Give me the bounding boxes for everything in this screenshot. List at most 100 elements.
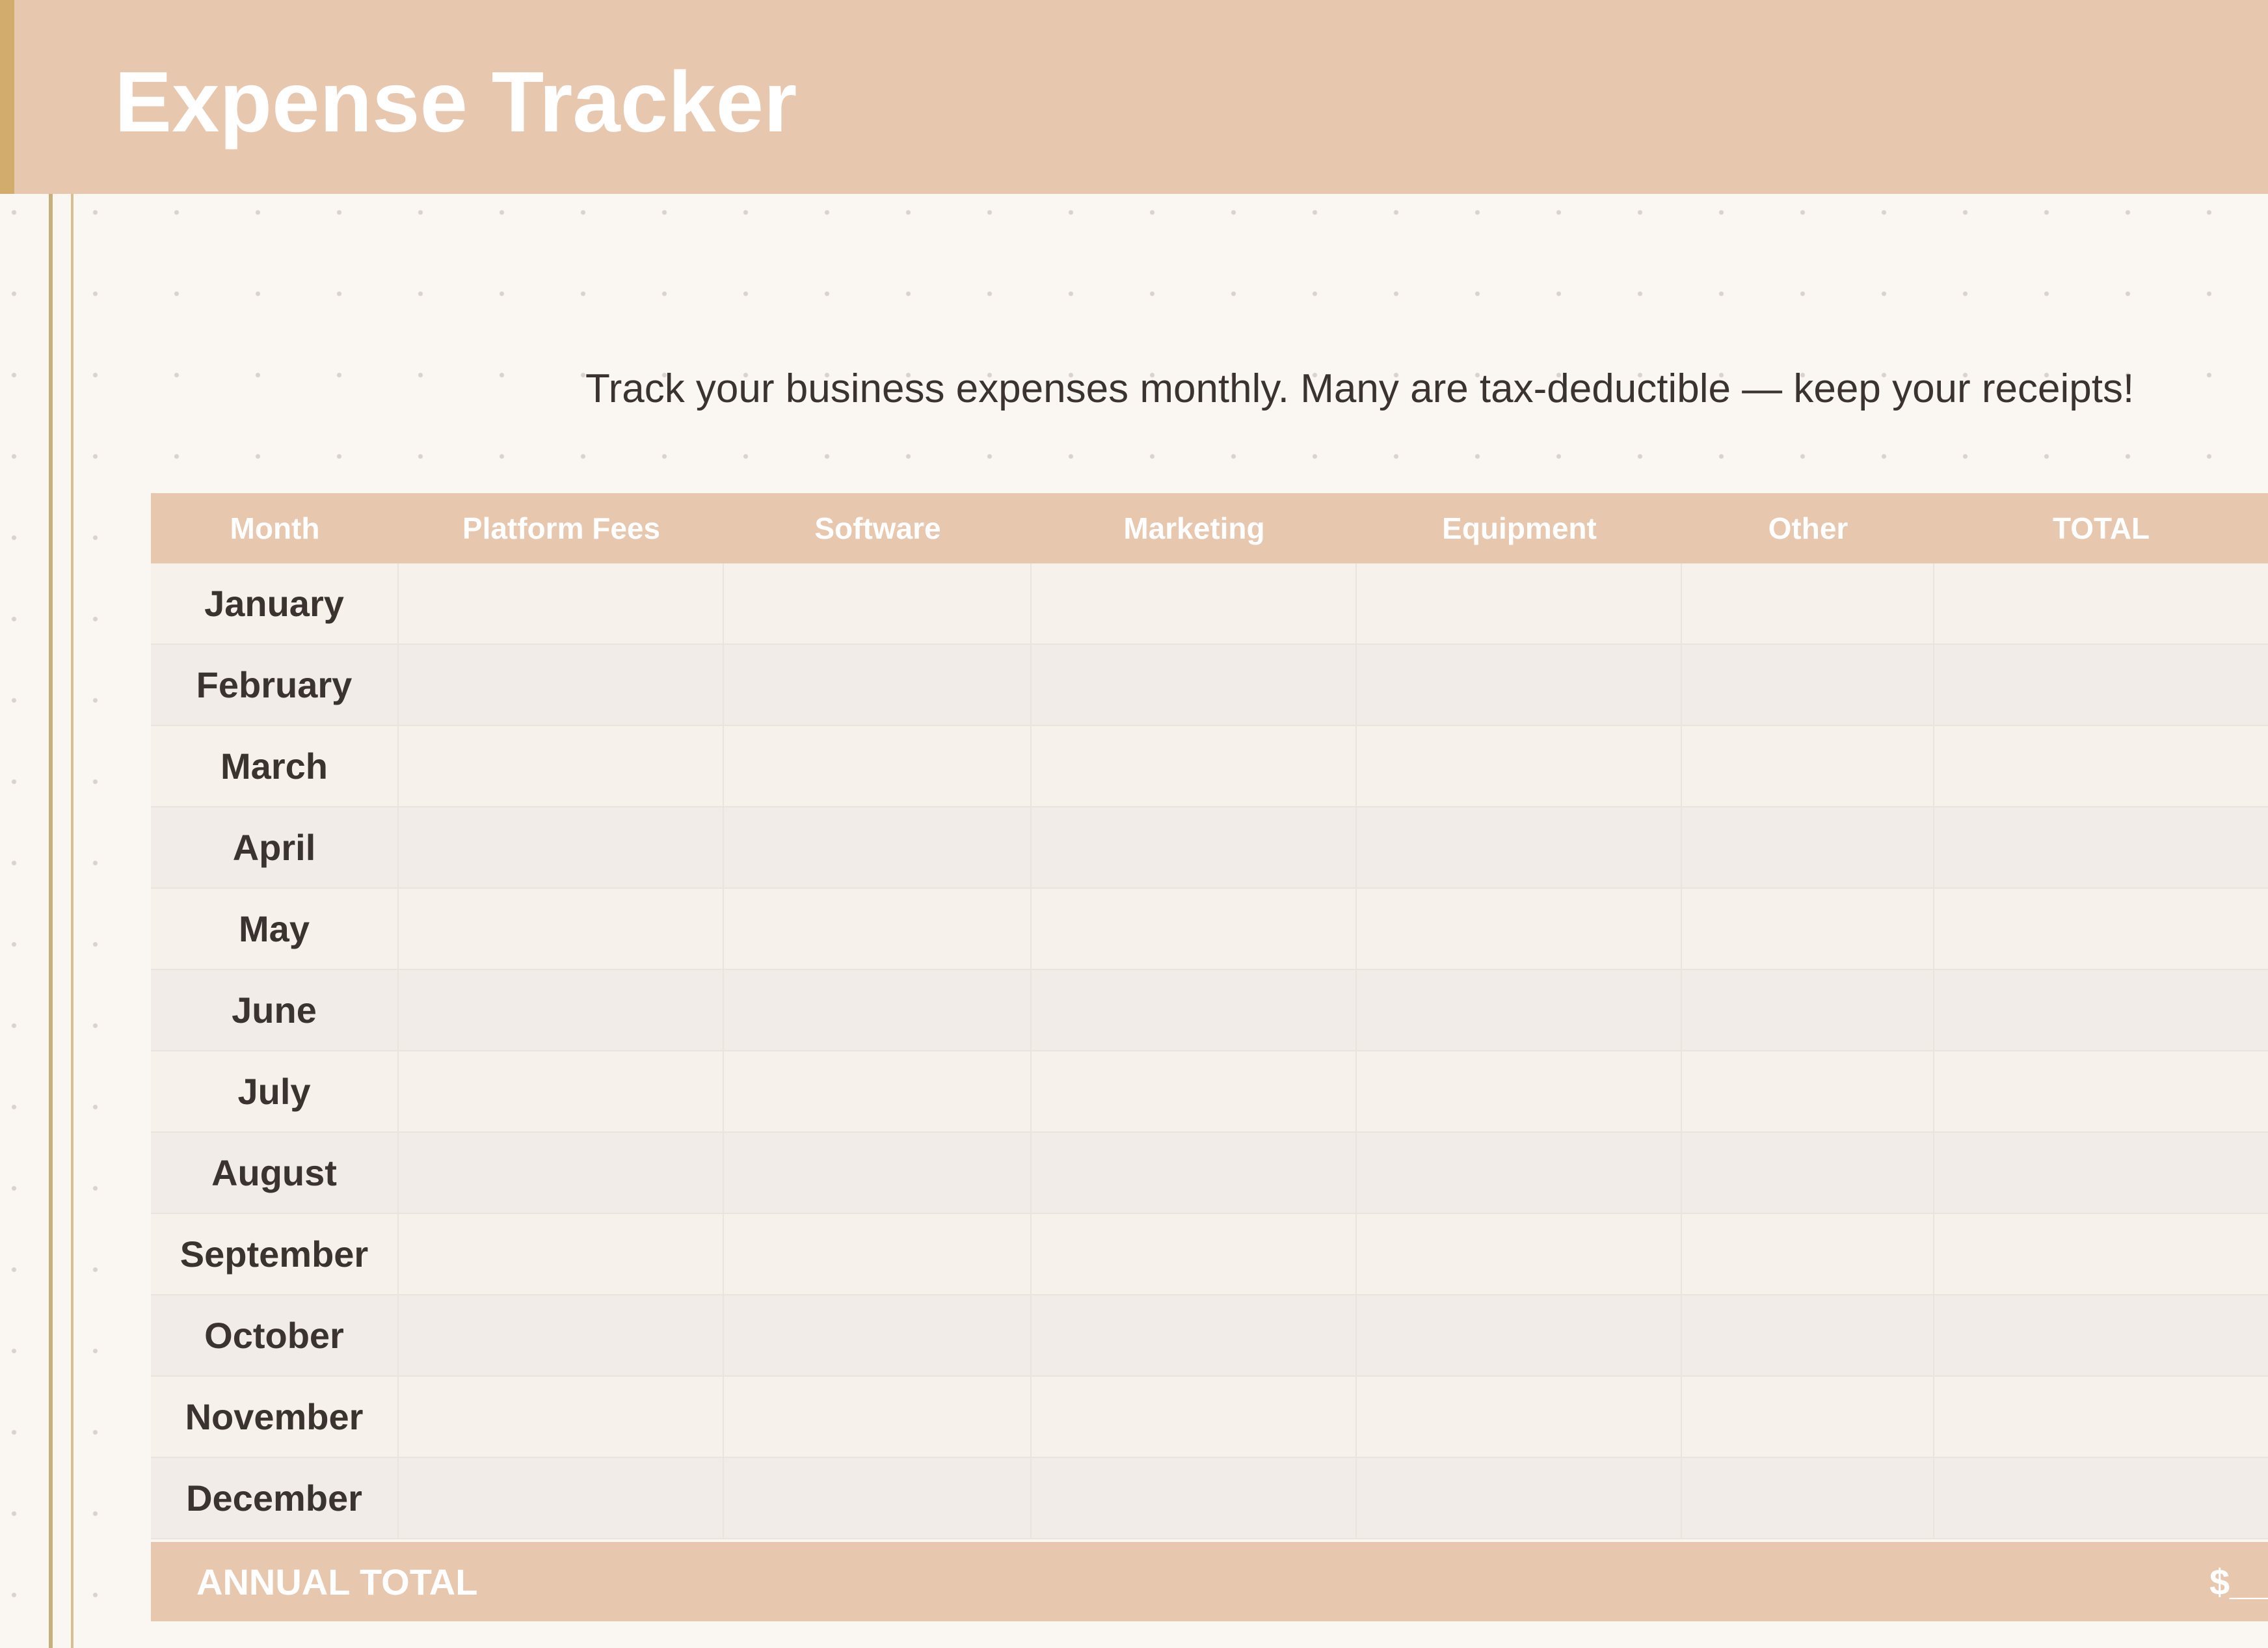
- month-cell: December: [151, 1458, 399, 1539]
- other-cell[interactable]: [1682, 970, 1934, 1051]
- software-cell[interactable]: [724, 1214, 1032, 1295]
- platform-fees-cell[interactable]: [399, 807, 724, 889]
- platform-fees-cell[interactable]: [399, 1458, 724, 1539]
- software-cell[interactable]: [724, 726, 1032, 807]
- month-cell: June: [151, 970, 399, 1051]
- marketing-cell[interactable]: [1032, 1377, 1357, 1458]
- total-cell[interactable]: [1934, 889, 2268, 970]
- software-cell[interactable]: [724, 1133, 1032, 1214]
- equipment-cell[interactable]: [1357, 645, 1682, 726]
- other-cell[interactable]: [1682, 645, 1934, 726]
- month-label: January: [204, 583, 344, 624]
- marketing-cell[interactable]: [1032, 726, 1357, 807]
- other-cell[interactable]: [1682, 1377, 1934, 1458]
- platform-fees-cell[interactable]: [399, 970, 724, 1051]
- column-header-software: Software: [814, 511, 941, 545]
- marketing-cell[interactable]: [1032, 1051, 1357, 1133]
- equipment-cell[interactable]: [1357, 563, 1682, 645]
- marketing-cell[interactable]: [1032, 1295, 1357, 1377]
- column-header-marketing: Marketing: [1123, 511, 1265, 545]
- column-header-other: Other: [1768, 511, 1848, 545]
- total-cell[interactable]: [1934, 807, 2268, 889]
- software-cell[interactable]: [724, 970, 1032, 1051]
- total-cell[interactable]: [1934, 970, 2268, 1051]
- table-row: January: [151, 563, 2268, 645]
- equipment-cell[interactable]: [1357, 970, 1682, 1051]
- platform-fees-cell[interactable]: [399, 1295, 724, 1377]
- platform-fees-cell[interactable]: [399, 1214, 724, 1295]
- month-cell: November: [151, 1377, 399, 1458]
- software-cell[interactable]: [724, 645, 1032, 726]
- platform-fees-cell[interactable]: [399, 889, 724, 970]
- equipment-cell[interactable]: [1357, 1377, 1682, 1458]
- software-cell[interactable]: [724, 1377, 1032, 1458]
- other-cell[interactable]: [1682, 1295, 1934, 1377]
- platform-fees-cell[interactable]: [399, 563, 724, 645]
- equipment-cell[interactable]: [1357, 1295, 1682, 1377]
- annual-total-value[interactable]: $__: [2209, 1561, 2268, 1603]
- equipment-cell[interactable]: [1357, 1133, 1682, 1214]
- month-label: March: [220, 746, 328, 787]
- marketing-cell[interactable]: [1032, 1133, 1357, 1214]
- platform-fees-cell[interactable]: [399, 645, 724, 726]
- equipment-cell[interactable]: [1357, 807, 1682, 889]
- software-cell[interactable]: [724, 807, 1032, 889]
- platform-fees-cell[interactable]: [399, 726, 724, 807]
- month-label: November: [185, 1396, 364, 1437]
- total-cell[interactable]: [1934, 1295, 2268, 1377]
- equipment-cell[interactable]: [1357, 1458, 1682, 1539]
- table-row: May: [151, 889, 2268, 970]
- marketing-cell[interactable]: [1032, 807, 1357, 889]
- total-cell[interactable]: [1934, 1133, 2268, 1214]
- software-cell[interactable]: [724, 563, 1032, 645]
- other-cell[interactable]: [1682, 889, 1934, 970]
- other-cell[interactable]: [1682, 1133, 1934, 1214]
- equipment-cell[interactable]: [1357, 889, 1682, 970]
- total-cell[interactable]: [1934, 1051, 2268, 1133]
- marketing-cell[interactable]: [1032, 645, 1357, 726]
- month-cell: August: [151, 1133, 399, 1214]
- software-cell[interactable]: [724, 1458, 1032, 1539]
- month-cell: February: [151, 645, 399, 726]
- marketing-cell[interactable]: [1032, 563, 1357, 645]
- other-cell[interactable]: [1682, 807, 1934, 889]
- left-margin-line-inner: [71, 194, 73, 1648]
- other-cell[interactable]: [1682, 563, 1934, 645]
- table-row: November: [151, 1377, 2268, 1458]
- platform-fees-cell[interactable]: [399, 1377, 724, 1458]
- total-cell[interactable]: [1934, 1214, 2268, 1295]
- total-cell[interactable]: [1934, 645, 2268, 726]
- marketing-cell[interactable]: [1032, 970, 1357, 1051]
- expense-table: Month Platform Fees Software Marketing E…: [151, 493, 2268, 1539]
- software-cell[interactable]: [724, 1295, 1032, 1377]
- equipment-cell[interactable]: [1357, 1051, 1682, 1133]
- month-cell: April: [151, 807, 399, 889]
- software-cell[interactable]: [724, 1051, 1032, 1133]
- annual-total-label: ANNUAL TOTAL: [196, 1561, 478, 1602]
- total-cell[interactable]: [1934, 1458, 2268, 1539]
- marketing-cell[interactable]: [1032, 1458, 1357, 1539]
- equipment-cell[interactable]: [1357, 726, 1682, 807]
- platform-fees-cell[interactable]: [399, 1133, 724, 1214]
- total-cell[interactable]: [1934, 1377, 2268, 1458]
- other-cell[interactable]: [1682, 1051, 1934, 1133]
- column-header-platform-fees: Platform Fees: [462, 511, 661, 545]
- marketing-cell[interactable]: [1032, 1214, 1357, 1295]
- other-cell[interactable]: [1682, 1214, 1934, 1295]
- table-row: October: [151, 1295, 2268, 1377]
- table-body: January February March April May June July Augu…: [151, 563, 2268, 1539]
- platform-fees-cell[interactable]: [399, 1051, 724, 1133]
- other-cell[interactable]: [1682, 1458, 1934, 1539]
- marketing-cell[interactable]: [1032, 889, 1357, 970]
- equipment-cell[interactable]: [1357, 1214, 1682, 1295]
- total-cell[interactable]: [1934, 726, 2268, 807]
- table-row: March: [151, 726, 2268, 807]
- page-title: Expense Tracker: [114, 54, 797, 150]
- table-row: February: [151, 645, 2268, 726]
- other-cell[interactable]: [1682, 726, 1934, 807]
- month-label: July: [237, 1071, 311, 1112]
- total-cell[interactable]: [1934, 563, 2268, 645]
- software-cell[interactable]: [724, 889, 1032, 970]
- month-cell: October: [151, 1295, 399, 1377]
- header-bar: Expense Tracker: [0, 0, 2268, 194]
